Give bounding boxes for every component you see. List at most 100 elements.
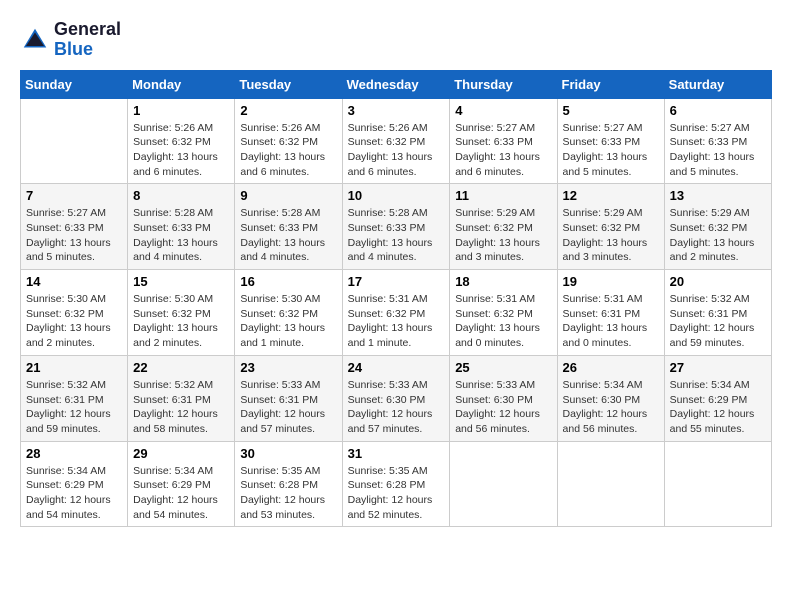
- day-number: 16: [240, 274, 336, 289]
- calendar-cell: 28 Sunrise: 5:34 AMSunset: 6:29 PMDayligh…: [21, 441, 128, 527]
- weekday-header: Saturday: [664, 70, 771, 98]
- day-info: Sunrise: 5:33 AMSunset: 6:31 PMDaylight:…: [240, 378, 336, 437]
- calendar-cell: 9 Sunrise: 5:28 AMSunset: 6:33 PMDaylight…: [235, 184, 342, 270]
- day-info: Sunrise: 5:31 AMSunset: 6:32 PMDaylight:…: [348, 292, 445, 351]
- day-info: Sunrise: 5:33 AMSunset: 6:30 PMDaylight:…: [455, 378, 551, 437]
- day-number: 26: [563, 360, 659, 375]
- calendar-cell: 31 Sunrise: 5:35 AMSunset: 6:28 PMDayligh…: [342, 441, 450, 527]
- day-number: 1: [133, 103, 229, 118]
- calendar-cell: 3Sunrise: 5:26 AMSunset: 6:32 PMDaylight…: [342, 98, 450, 184]
- weekday-header: Thursday: [450, 70, 557, 98]
- calendar-cell: 16 Sunrise: 5:30 AMSunset: 6:32 PMDayligh…: [235, 270, 342, 356]
- day-number: 22: [133, 360, 229, 375]
- day-number: 13: [670, 188, 766, 203]
- day-info: Sunrise: 5:30 AMSunset: 6:32 PMDaylight:…: [133, 292, 229, 351]
- calendar-cell: 6 Sunrise: 5:27 AMSunset: 6:33 PMDaylight…: [664, 98, 771, 184]
- day-info: Sunrise: 5:32 AMSunset: 6:31 PMDaylight:…: [26, 378, 122, 437]
- day-number: 30: [240, 446, 336, 461]
- calendar-cell: 25 Sunrise: 5:33 AMSunset: 6:30 PMDayligh…: [450, 355, 557, 441]
- day-number: 29: [133, 446, 229, 461]
- calendar-week-row: 28 Sunrise: 5:34 AMSunset: 6:29 PMDayligh…: [21, 441, 772, 527]
- day-info: Sunrise: 5:27 AMSunset: 6:33 PMDaylight:…: [455, 121, 551, 180]
- day-info: Sunrise: 5:29 AMSunset: 6:32 PMDaylight:…: [455, 206, 551, 265]
- day-info: Sunrise: 5:28 AMSunset: 6:33 PMDaylight:…: [133, 206, 229, 265]
- day-number: 31: [348, 446, 445, 461]
- day-info: Sunrise: 5:34 AMSunset: 6:30 PMDaylight:…: [563, 378, 659, 437]
- calendar-table: SundayMondayTuesdayWednesdayThursdayFrid…: [20, 70, 772, 528]
- day-number: 27: [670, 360, 766, 375]
- calendar-cell: 22Sunrise: 5:32 AMSunset: 6:31 PMDayligh…: [128, 355, 235, 441]
- calendar-cell: 8 Sunrise: 5:28 AMSunset: 6:33 PMDaylight…: [128, 184, 235, 270]
- calendar-cell: [450, 441, 557, 527]
- day-info: Sunrise: 5:28 AMSunset: 6:33 PMDaylight:…: [240, 206, 336, 265]
- weekday-header-row: SundayMondayTuesdayWednesdayThursdayFrid…: [21, 70, 772, 98]
- day-info: Sunrise: 5:27 AMSunset: 6:33 PMDaylight:…: [563, 121, 659, 180]
- calendar-cell: 15 Sunrise: 5:30 AMSunset: 6:32 PMDayligh…: [128, 270, 235, 356]
- calendar-cell: 23 Sunrise: 5:33 AMSunset: 6:31 PMDayligh…: [235, 355, 342, 441]
- day-number: 9: [240, 188, 336, 203]
- day-number: 6: [670, 103, 766, 118]
- day-info: Sunrise: 5:26 AMSunset: 6:32 PMDaylight:…: [133, 121, 229, 180]
- day-info: Sunrise: 5:30 AMSunset: 6:32 PMDaylight:…: [240, 292, 336, 351]
- calendar-cell: 18Sunrise: 5:31 AMSunset: 6:32 PMDayligh…: [450, 270, 557, 356]
- day-info: Sunrise: 5:30 AMSunset: 6:32 PMDaylight:…: [26, 292, 122, 351]
- day-number: 4: [455, 103, 551, 118]
- calendar-cell: 24Sunrise: 5:33 AMSunset: 6:30 PMDayligh…: [342, 355, 450, 441]
- day-number: 17: [348, 274, 445, 289]
- calendar-cell: 11 Sunrise: 5:29 AMSunset: 6:32 PMDayligh…: [450, 184, 557, 270]
- day-number: 23: [240, 360, 336, 375]
- day-number: 7: [26, 188, 122, 203]
- day-number: 19: [563, 274, 659, 289]
- day-info: Sunrise: 5:29 AMSunset: 6:32 PMDaylight:…: [563, 206, 659, 265]
- calendar-cell: 21 Sunrise: 5:32 AMSunset: 6:31 PMDayligh…: [21, 355, 128, 441]
- day-number: 15: [133, 274, 229, 289]
- weekday-header: Friday: [557, 70, 664, 98]
- day-info: Sunrise: 5:26 AMSunset: 6:32 PMDaylight:…: [348, 121, 445, 180]
- day-info: Sunrise: 5:35 AMSunset: 6:28 PMDaylight:…: [348, 464, 445, 523]
- day-number: 8: [133, 188, 229, 203]
- logo-icon: [20, 25, 50, 55]
- weekday-header: Tuesday: [235, 70, 342, 98]
- day-info: Sunrise: 5:32 AMSunset: 6:31 PMDaylight:…: [670, 292, 766, 351]
- calendar-cell: 26 Sunrise: 5:34 AMSunset: 6:30 PMDayligh…: [557, 355, 664, 441]
- calendar-cell: 12 Sunrise: 5:29 AMSunset: 6:32 PMDayligh…: [557, 184, 664, 270]
- day-info: Sunrise: 5:26 AMSunset: 6:32 PMDaylight:…: [240, 121, 336, 180]
- logo: General Blue: [20, 20, 121, 60]
- calendar-cell: 7 Sunrise: 5:27 AMSunset: 6:33 PMDaylight…: [21, 184, 128, 270]
- day-number: 18: [455, 274, 551, 289]
- calendar-cell: 30Sunrise: 5:35 AMSunset: 6:28 PMDayligh…: [235, 441, 342, 527]
- day-number: 10: [348, 188, 445, 203]
- day-info: Sunrise: 5:34 AMSunset: 6:29 PMDaylight:…: [26, 464, 122, 523]
- calendar-cell: 2 Sunrise: 5:26 AMSunset: 6:32 PMDaylight…: [235, 98, 342, 184]
- day-info: Sunrise: 5:31 AMSunset: 6:31 PMDaylight:…: [563, 292, 659, 351]
- day-number: 5: [563, 103, 659, 118]
- weekday-header: Monday: [128, 70, 235, 98]
- day-number: 11: [455, 188, 551, 203]
- calendar-cell: 14 Sunrise: 5:30 AMSunset: 6:32 PMDayligh…: [21, 270, 128, 356]
- page-header: General Blue: [20, 20, 772, 60]
- calendar-cell: 13Sunrise: 5:29 AMSunset: 6:32 PMDayligh…: [664, 184, 771, 270]
- day-number: 12: [563, 188, 659, 203]
- day-info: Sunrise: 5:28 AMSunset: 6:33 PMDaylight:…: [348, 206, 445, 265]
- calendar-cell: 1 Sunrise: 5:26 AMSunset: 6:32 PMDaylight…: [128, 98, 235, 184]
- day-info: Sunrise: 5:27 AMSunset: 6:33 PMDaylight:…: [670, 121, 766, 180]
- calendar-cell: 4 Sunrise: 5:27 AMSunset: 6:33 PMDaylight…: [450, 98, 557, 184]
- calendar-week-row: 14 Sunrise: 5:30 AMSunset: 6:32 PMDayligh…: [21, 270, 772, 356]
- calendar-cell: 19 Sunrise: 5:31 AMSunset: 6:31 PMDayligh…: [557, 270, 664, 356]
- day-number: 14: [26, 274, 122, 289]
- day-info: Sunrise: 5:27 AMSunset: 6:33 PMDaylight:…: [26, 206, 122, 265]
- day-number: 28: [26, 446, 122, 461]
- calendar-week-row: 1 Sunrise: 5:26 AMSunset: 6:32 PMDaylight…: [21, 98, 772, 184]
- calendar-cell: [557, 441, 664, 527]
- calendar-cell: 27Sunrise: 5:34 AMSunset: 6:29 PMDayligh…: [664, 355, 771, 441]
- calendar-week-row: 21 Sunrise: 5:32 AMSunset: 6:31 PMDayligh…: [21, 355, 772, 441]
- weekday-header: Wednesday: [342, 70, 450, 98]
- logo-text: General Blue: [54, 20, 121, 60]
- calendar-cell: 17 Sunrise: 5:31 AMSunset: 6:32 PMDayligh…: [342, 270, 450, 356]
- day-number: 21: [26, 360, 122, 375]
- calendar-cell: 5 Sunrise: 5:27 AMSunset: 6:33 PMDaylight…: [557, 98, 664, 184]
- day-number: 25: [455, 360, 551, 375]
- calendar-cell: 20Sunrise: 5:32 AMSunset: 6:31 PMDayligh…: [664, 270, 771, 356]
- calendar-cell: 10 Sunrise: 5:28 AMSunset: 6:33 PMDayligh…: [342, 184, 450, 270]
- day-number: 2: [240, 103, 336, 118]
